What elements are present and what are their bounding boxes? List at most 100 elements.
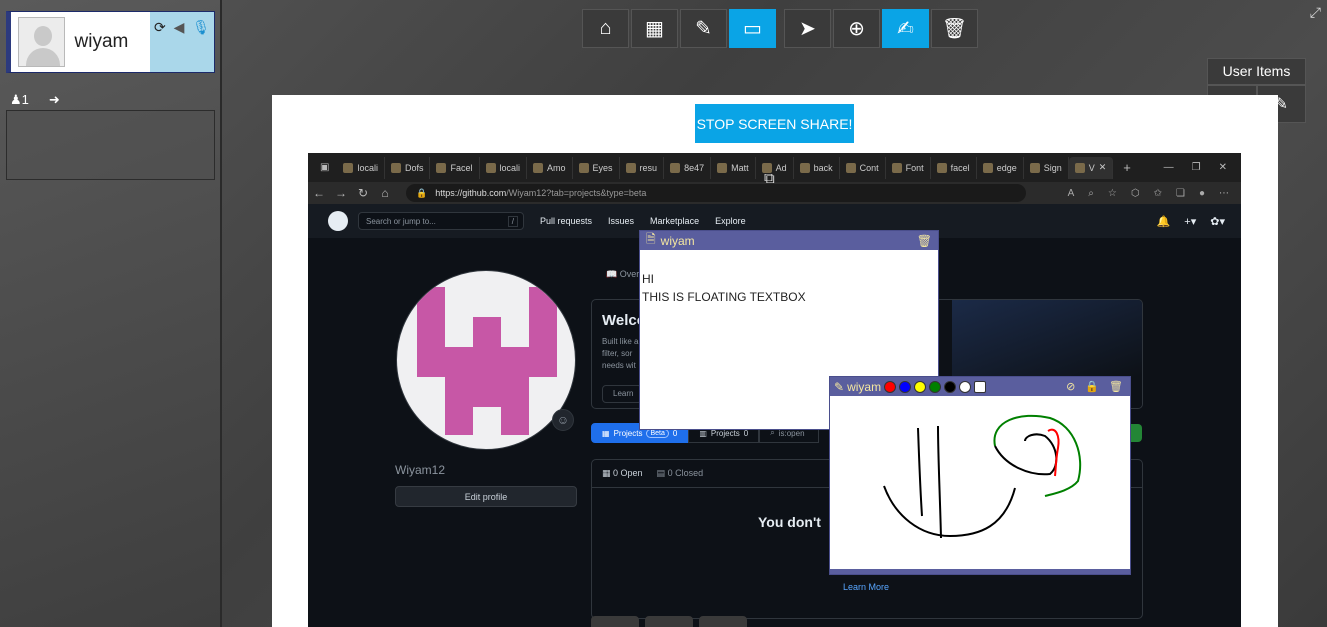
empty-state-title: You don't: [758, 514, 821, 530]
close-tab-icon[interactable]: ✕: [1099, 162, 1107, 173]
bottom-controls: [591, 616, 747, 627]
nav-pull-requests[interactable]: Pull requests: [540, 216, 592, 226]
browser-tab[interactable]: Facel: [430, 156, 480, 179]
url-field[interactable]: 🔒 https://github.com/Wiyam12?tab=project…: [406, 184, 1026, 202]
color-swatch[interactable]: [944, 380, 957, 393]
tab-actions-icon[interactable]: ▣: [312, 162, 337, 173]
lock-icon[interactable]: 🔒: [1085, 380, 1099, 393]
annotate-button[interactable]: ✍: [882, 9, 929, 48]
volume-control[interactable]: [591, 616, 639, 627]
forward-icon[interactable]: →: [330, 186, 352, 200]
pointer-button[interactable]: ➤: [784, 9, 831, 48]
browser-tab[interactable]: resu: [620, 156, 665, 179]
logout-icon[interactable]: ➜: [49, 92, 60, 108]
browser-tab[interactable]: Eyes: [573, 156, 620, 179]
tab-favicon-icon: [533, 162, 544, 173]
browser-tab[interactable]: 8e47: [664, 156, 712, 179]
learn-more-link[interactable]: Learn More: [843, 582, 889, 592]
tab-favicon-icon: [625, 162, 636, 173]
lock-icon: 🔒: [416, 187, 428, 198]
trash-button[interactable]: 🗑: [931, 9, 978, 48]
floating-textbox-content[interactable]: HI THIS IS FLOATING TEXTBOX: [640, 250, 938, 326]
more-icon[interactable]: ⋯: [1219, 188, 1229, 199]
nav-marketplace[interactable]: Marketplace: [650, 216, 699, 226]
github-logo-icon[interactable]: [328, 211, 348, 231]
tab-favicon-icon: [982, 162, 993, 173]
back-icon[interactable]: ←: [308, 186, 330, 200]
minimize-icon[interactable]: —: [1164, 162, 1174, 173]
browser-tab[interactable]: Dofs: [385, 156, 431, 179]
bell-icon[interactable]: 🔔: [1157, 215, 1171, 228]
floating-textbox-header[interactable]: 🗎 wiyam 🗑: [640, 231, 938, 250]
floating-drawing-pad[interactable]: ✎ wiyam ⊘ 🔒 🗑: [829, 376, 1131, 575]
color-swatch[interactable]: [929, 380, 942, 393]
zoom-icon[interactable]: ⌕: [1088, 188, 1094, 199]
participant-count: ♟1: [10, 92, 29, 107]
color-swatch[interactable]: [914, 380, 927, 393]
browser-tab[interactable]: locali: [480, 156, 528, 179]
color-swatch[interactable]: [959, 380, 972, 393]
microphone-icon[interactable]: 🎙: [192, 19, 210, 36]
profile-icon[interactable]: ●: [1199, 188, 1205, 199]
tab-overview[interactable]: 📖 Over: [606, 269, 639, 280]
user-avatar-icon[interactable]: ✿▾: [1210, 215, 1225, 228]
browser-tab[interactable]: Cont: [840, 156, 886, 179]
note-icon: 🗎: [646, 232, 656, 246]
user-controls: ⟳ ◀ 🎙: [150, 12, 214, 72]
browser-tab[interactable]: Matt: [711, 156, 756, 179]
favorite-icon[interactable]: ☆: [1108, 188, 1117, 199]
browser-tab[interactable]: Font: [886, 156, 931, 179]
expand-control[interactable]: [699, 616, 747, 627]
color-swatch[interactable]: [899, 380, 912, 393]
nav-issues[interactable]: Issues: [608, 216, 634, 226]
drawing-canvas[interactable]: [830, 396, 1130, 571]
home-icon[interactable]: ⌂: [374, 186, 396, 200]
browser-tab[interactable]: locali: [337, 156, 385, 179]
nav-explore[interactable]: Explore: [715, 216, 746, 226]
tab-favicon-icon: [436, 162, 447, 173]
reload-icon[interactable]: ↻: [352, 186, 374, 200]
eraser-icon[interactable]: [974, 380, 987, 393]
visibility-icon[interactable]: ⊘: [1066, 380, 1075, 393]
plus-icon[interactable]: +▾: [1184, 215, 1196, 228]
top-toolbar: ⌂ ▦ ✎ ▭ ➤ ⊕ ✍ 🗑: [582, 9, 978, 48]
delete-icon[interactable]: 🗑: [917, 234, 932, 248]
extensions-icon[interactable]: ⬡: [1131, 188, 1140, 199]
speaker-icon[interactable]: ◀: [174, 19, 185, 36]
avatar: [18, 17, 65, 67]
edit-profile-button[interactable]: Edit profile: [395, 486, 577, 507]
browser-tab[interactable]: facel: [931, 156, 977, 179]
popout-icon[interactable]: ⧉: [764, 170, 775, 187]
favorites-icon[interactable]: ✩: [1154, 188, 1162, 199]
collections-icon[interactable]: ❏: [1176, 188, 1185, 199]
closed-filter[interactable]: ▤ 0 Closed: [657, 468, 704, 479]
browser-tab[interactable]: edge: [977, 156, 1024, 179]
grid-button[interactable]: ▦: [631, 9, 678, 48]
new-tab-icon[interactable]: +: [1113, 160, 1141, 175]
browser-tab[interactable]: Amo: [527, 156, 573, 179]
status-emoji-icon[interactable]: ☺: [552, 409, 574, 431]
browser-tab[interactable]: V ✕: [1068, 156, 1114, 179]
browser-tab[interactable]: back: [794, 156, 840, 179]
home-button[interactable]: ⌂: [582, 9, 629, 48]
read-aloud-icon[interactable]: A: [1068, 188, 1075, 199]
screen-share-button[interactable]: ▭: [729, 9, 776, 48]
github-search-input[interactable]: Search or jump to... /: [358, 212, 524, 230]
drawing-pad-header[interactable]: ✎ wiyam ⊘ 🔒 🗑: [830, 377, 1130, 396]
learn-button[interactable]: Learn: [602, 385, 642, 403]
cursor-icon: ➤: [799, 18, 816, 40]
restore-icon[interactable]: ❐: [1192, 162, 1201, 173]
stop-screen-share-button[interactable]: STOP SCREEN SHARE!: [695, 104, 854, 143]
fullscreen-icon[interactable]: ⤢: [1310, 4, 1321, 21]
delete-icon[interactable]: 🗑: [1109, 380, 1123, 393]
edit-button[interactable]: ✎: [680, 9, 727, 48]
refresh-icon[interactable]: ⟳: [154, 19, 166, 36]
user-card[interactable]: wiyam ⟳ ◀ 🎙: [6, 11, 215, 73]
participants-sidebar: wiyam ⟳ ◀ 🎙 ♟1 ➜: [0, 0, 222, 627]
browser-tab[interactable]: Sign: [1024, 156, 1069, 179]
close-window-icon[interactable]: ✕: [1219, 162, 1227, 173]
open-filter[interactable]: ▦ 0 Open: [602, 468, 643, 479]
color-swatch[interactable]: [884, 380, 897, 393]
camera-control[interactable]: [645, 616, 693, 627]
zoom-button[interactable]: ⊕: [833, 9, 880, 48]
